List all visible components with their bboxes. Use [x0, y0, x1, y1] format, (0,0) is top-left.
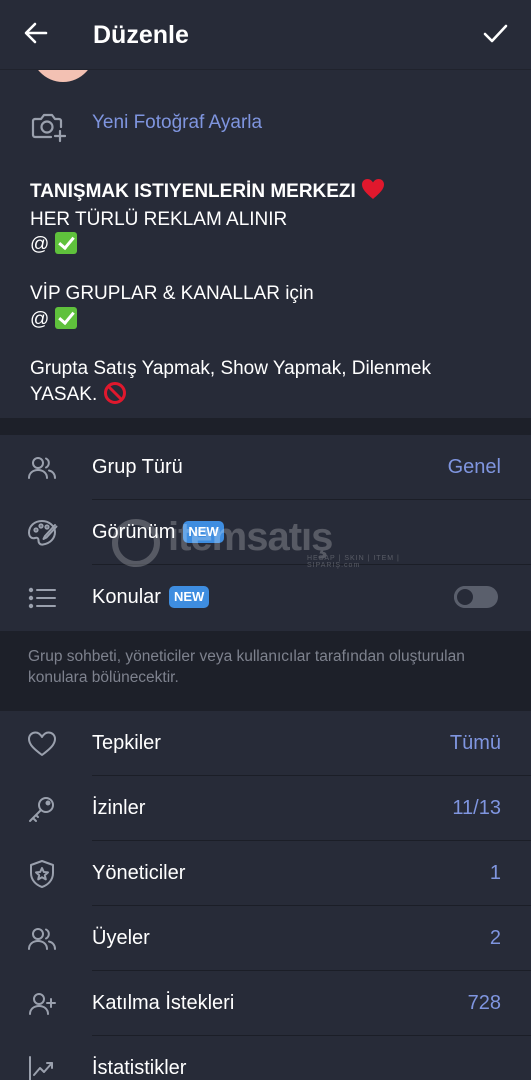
description-line-7: YASAK. — [30, 381, 500, 413]
check-mark-emoji-icon — [54, 232, 77, 254]
group-type-value: Genel — [447, 456, 501, 478]
description-line-6: Grupta Satış Yapmak, Show Yapmak, Dilenm… — [30, 357, 431, 379]
chart-up-icon — [26, 1053, 58, 1080]
description-blank-1 — [30, 258, 500, 283]
key-icon — [26, 793, 58, 825]
reactions-value: Tümü — [449, 732, 501, 754]
page-title: Düzenle — [93, 21, 189, 49]
top-app-bar: Düzenle — [0, 0, 531, 70]
description-line-3: @ — [30, 232, 500, 258]
description-line-3-text: @ — [30, 234, 50, 255]
group-settings-card: Grup Türü Genel Görünüm NEW Konular NEW — [0, 435, 531, 631]
members-value: 2 — [489, 927, 501, 949]
avatar-clip — [0, 70, 531, 82]
red-heart-emoji-icon — [361, 178, 385, 208]
check-icon — [482, 20, 508, 51]
new-badge: NEW — [183, 521, 224, 543]
set-new-photo-button[interactable]: Yeni Fotoğraf Ayarla — [0, 100, 531, 148]
topics-row[interactable]: Konular NEW — [0, 565, 531, 630]
reactions-row[interactable]: Tepkiler Tümü — [0, 711, 531, 776]
appearance-label-wrap: Görünüm NEW — [92, 520, 224, 544]
join-requests-label: Katılma İstekleri — [92, 992, 235, 1014]
topics-toggle[interactable] — [454, 586, 498, 608]
group-info-card: Yeni Fotoğraf Ayarla TANIŞMAK ISTIYENLER… — [0, 70, 531, 418]
group-type-label: Grup Türü — [92, 456, 183, 478]
join-requests-value: 728 — [467, 992, 501, 1014]
group-description-field[interactable]: TANIŞMAK ISTIYENLERİN MERKEZI HER TÜRLÜ … — [30, 178, 500, 413]
users-icon — [26, 452, 58, 484]
admins-value: 1 — [489, 862, 501, 884]
description-line-1: TANIŞMAK ISTIYENLERİN MERKEZI — [30, 178, 500, 208]
description-line-7-text: YASAK. — [30, 384, 98, 405]
topics-label: Konular — [92, 586, 161, 608]
edit-group-screen: Yeni Fotoğraf Ayarla TANIŞMAK ISTIYENLER… — [0, 0, 531, 1080]
description-line-4: VİP GRUPLAR & KANALLAR için — [30, 283, 314, 304]
description-line-2: HER TÜRLÜ REKLAM ALINIR — [30, 208, 288, 230]
join-requests-row[interactable]: Katılma İstekleri 728 — [0, 971, 531, 1036]
admins-label: Yöneticiler — [92, 862, 186, 884]
topics-label-wrap: Konular NEW — [92, 585, 210, 609]
save-button[interactable] — [479, 19, 511, 51]
camera-add-icon — [30, 108, 67, 144]
permissions-value: 11/13 — [452, 797, 501, 819]
toggle-knob — [454, 586, 476, 608]
user-add-icon — [26, 988, 58, 1020]
group-type-row[interactable]: Grup Türü Genel — [0, 435, 531, 500]
members-label: Üyeler — [92, 927, 150, 949]
statistics-label: İstatistikler — [92, 1057, 187, 1079]
reactions-label: Tepkiler — [92, 732, 161, 754]
appearance-row[interactable]: Görünüm NEW — [0, 500, 531, 565]
shield-star-icon — [26, 858, 58, 890]
members-row[interactable]: Üyeler 2 — [0, 906, 531, 971]
users-icon — [26, 923, 58, 955]
palette-icon — [26, 517, 58, 549]
admin-settings-card: Tepkiler Tümü İzinler 11/13 Yöneticiler … — [0, 711, 531, 1080]
avatar[interactable] — [30, 70, 96, 82]
permissions-row[interactable]: İzinler 11/13 — [0, 776, 531, 841]
statistics-row[interactable]: İstatistikler — [0, 1036, 531, 1080]
check-mark-emoji-icon — [54, 306, 77, 329]
topics-hint-text: Grup sohbeti, yöneticiler veya kullanıcı… — [28, 648, 465, 686]
description-blank-2 — [30, 332, 500, 357]
description-line-1-text: TANIŞMAK ISTIYENLERİN MERKEZI — [30, 181, 356, 202]
prohibited-emoji-icon — [103, 381, 127, 413]
appearance-label: Görünüm — [92, 521, 176, 543]
list-icon — [26, 582, 58, 614]
description-line-5-text: @ — [30, 308, 50, 330]
arrow-left-icon — [23, 20, 49, 51]
back-button[interactable] — [20, 19, 52, 51]
description-line-5: @ — [30, 306, 500, 333]
heart-icon — [26, 728, 58, 760]
permissions-label: İzinler — [92, 797, 146, 819]
admins-row[interactable]: Yöneticiler 1 — [0, 841, 531, 906]
new-badge: NEW — [168, 586, 210, 608]
set-new-photo-label: Yeni Fotoğraf Ayarla — [92, 112, 263, 133]
